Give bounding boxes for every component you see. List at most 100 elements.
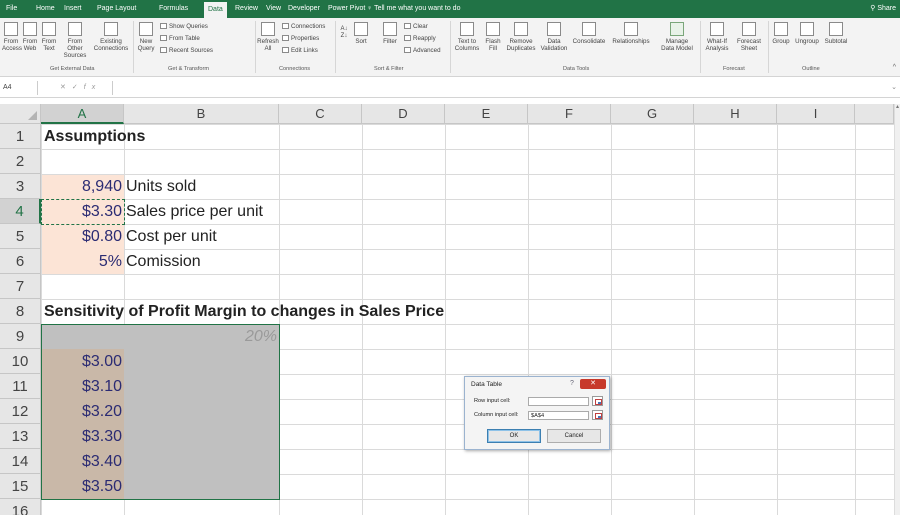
close-button[interactable]: ✕ bbox=[580, 379, 606, 389]
consolidate-button[interactable]: Consolidate bbox=[571, 22, 607, 45]
forecast-sheet-button[interactable]: Forecast Sheet bbox=[734, 22, 764, 52]
collapse-ribbon-icon[interactable]: ^ bbox=[893, 64, 896, 71]
tab-review[interactable]: Review bbox=[235, 0, 258, 18]
column-header-e[interactable]: E bbox=[445, 104, 528, 124]
existing-connections-button[interactable]: Existing Connections bbox=[93, 22, 129, 52]
name-box[interactable]: A4 bbox=[0, 81, 36, 95]
row-header-1[interactable]: 1 bbox=[0, 124, 41, 149]
row-header-13[interactable]: 13 bbox=[0, 424, 41, 449]
text-to-columns-button[interactable]: Text to Columns bbox=[453, 22, 481, 52]
cell-a15[interactable]: $3.50 bbox=[41, 474, 124, 499]
relationships-button[interactable]: Relationships bbox=[610, 22, 652, 45]
cell-a10[interactable]: $3.00 bbox=[41, 349, 124, 374]
cell-b3[interactable]: Units sold bbox=[126, 174, 276, 199]
row-header-10[interactable]: 10 bbox=[0, 349, 41, 374]
cell-b6[interactable]: Comission bbox=[126, 249, 276, 274]
column-header-b[interactable]: B bbox=[124, 104, 279, 124]
cell-a14[interactable]: $3.40 bbox=[41, 449, 124, 474]
row-header-15[interactable]: 15 bbox=[0, 474, 41, 499]
advanced-button[interactable]: Advanced bbox=[404, 47, 441, 55]
properties-button[interactable]: Properties bbox=[282, 35, 319, 43]
remove-duplicates-button[interactable]: Remove Duplicates bbox=[505, 22, 537, 52]
sort-az-button[interactable]: A↓ Z↓ bbox=[339, 26, 349, 40]
row-header-8[interactable]: 8 bbox=[0, 299, 41, 324]
row-header-7[interactable]: 7 bbox=[0, 274, 41, 299]
scroll-up-icon[interactable]: ▴ bbox=[896, 104, 900, 110]
from-other-sources-button[interactable]: From Other Sources bbox=[60, 22, 90, 59]
cell-a13[interactable]: $3.30 bbox=[41, 424, 124, 449]
tab-home[interactable]: Home bbox=[36, 0, 55, 18]
what-if-analysis-button[interactable]: What-If Analysis bbox=[703, 22, 731, 52]
select-all-button[interactable] bbox=[0, 104, 41, 124]
cell-a11[interactable]: $3.10 bbox=[41, 374, 124, 399]
show-queries-button[interactable]: Show Queries bbox=[160, 23, 208, 31]
cell-a4[interactable]: $3.30 bbox=[41, 199, 124, 224]
row-header-2[interactable]: 2 bbox=[0, 149, 41, 174]
data-validation-button[interactable]: Data Validation bbox=[540, 22, 568, 52]
cell-a3[interactable]: 8,940 bbox=[41, 174, 124, 199]
from-web-button[interactable]: From Web bbox=[21, 22, 39, 52]
group-button[interactable]: Group bbox=[771, 22, 791, 45]
clear-button[interactable]: Clear bbox=[404, 23, 428, 31]
column-header-a[interactable]: A bbox=[41, 104, 124, 124]
reapply-button[interactable]: Reapply bbox=[404, 35, 436, 43]
tab-formulas[interactable]: Formulas bbox=[159, 0, 188, 18]
sort-button[interactable]: Sort bbox=[352, 22, 370, 45]
subtotal-button[interactable]: Subtotal bbox=[822, 22, 850, 45]
row-header-6[interactable]: 6 bbox=[0, 249, 41, 274]
row-header-16[interactable]: 16 bbox=[0, 499, 41, 515]
tab-page-layout[interactable]: Page Layout bbox=[97, 0, 136, 18]
from-text-button[interactable]: From Text bbox=[40, 22, 58, 52]
ungroup-button[interactable]: Ungroup bbox=[794, 22, 820, 45]
tab-insert[interactable]: Insert bbox=[64, 0, 82, 18]
insert-function-icon[interactable]: fx bbox=[84, 84, 101, 91]
manage-data-model-button[interactable]: Manage Data Model bbox=[657, 22, 697, 52]
cell-b4[interactable]: Sales price per unit bbox=[126, 199, 276, 224]
tab-developer[interactable]: Developer bbox=[288, 0, 320, 18]
column-header-j[interactable] bbox=[855, 104, 894, 124]
column-header-h[interactable]: H bbox=[694, 104, 777, 124]
help-button[interactable]: ? bbox=[566, 379, 578, 389]
row-input-field[interactable] bbox=[528, 397, 589, 406]
connections-button[interactable]: Connections bbox=[282, 23, 325, 31]
cancel-button[interactable]: Cancel bbox=[547, 429, 601, 443]
column-header-f[interactable]: F bbox=[528, 104, 611, 124]
share-button[interactable]: ⚲ Share bbox=[870, 0, 896, 18]
chevron-down-icon[interactable]: ⌄ bbox=[891, 81, 897, 95]
tab-power-pivot[interactable]: Power Pivot bbox=[328, 0, 365, 18]
cell-a12[interactable]: $3.20 bbox=[41, 399, 124, 424]
formula-input[interactable] bbox=[112, 81, 888, 95]
range-picker-icon[interactable] bbox=[592, 396, 603, 406]
tab-data[interactable]: Data bbox=[204, 2, 227, 18]
filter-button[interactable]: Filter bbox=[380, 22, 400, 45]
enter-icon[interactable]: ✓ bbox=[72, 84, 84, 91]
from-access-button[interactable]: From Access bbox=[2, 22, 22, 52]
row-header-4[interactable]: 4 bbox=[0, 199, 41, 224]
cell-a8[interactable]: Sensitivity of Profit Margin to changes … bbox=[44, 299, 464, 324]
cell-b9[interactable]: 20% bbox=[124, 324, 279, 349]
column-input-field[interactable]: $A$4 bbox=[528, 411, 589, 420]
row-header-14[interactable]: 14 bbox=[0, 449, 41, 474]
cancel-icon[interactable]: ✕ bbox=[60, 84, 72, 91]
edit-links-button[interactable]: Edit Links bbox=[282, 47, 318, 55]
column-header-g[interactable]: G bbox=[611, 104, 694, 124]
tell-me-search[interactable]: ♀ Tell me what you want to do bbox=[367, 0, 460, 18]
column-header-d[interactable]: D bbox=[362, 104, 445, 124]
row-header-3[interactable]: 3 bbox=[0, 174, 41, 199]
flash-fill-button[interactable]: Flash Fill bbox=[484, 22, 502, 52]
row-header-5[interactable]: 5 bbox=[0, 224, 41, 249]
row-header-12[interactable]: 12 bbox=[0, 399, 41, 424]
row-header-11[interactable]: 11 bbox=[0, 374, 41, 399]
refresh-all-button[interactable]: Refresh All bbox=[257, 22, 279, 52]
from-table-button[interactable]: From Table bbox=[160, 35, 200, 43]
tab-view[interactable]: View bbox=[266, 0, 281, 18]
range-picker-icon[interactable] bbox=[592, 410, 603, 420]
row-header-9[interactable]: 9 bbox=[0, 324, 41, 349]
cell-b5[interactable]: Cost per unit bbox=[126, 224, 276, 249]
tab-file[interactable]: File bbox=[6, 0, 17, 18]
cell-a1[interactable]: Assumptions bbox=[44, 124, 274, 149]
ok-button[interactable]: OK bbox=[487, 429, 541, 443]
column-header-i[interactable]: I bbox=[777, 104, 855, 124]
column-header-c[interactable]: C bbox=[279, 104, 362, 124]
recent-sources-button[interactable]: Recent Sources bbox=[160, 47, 213, 55]
